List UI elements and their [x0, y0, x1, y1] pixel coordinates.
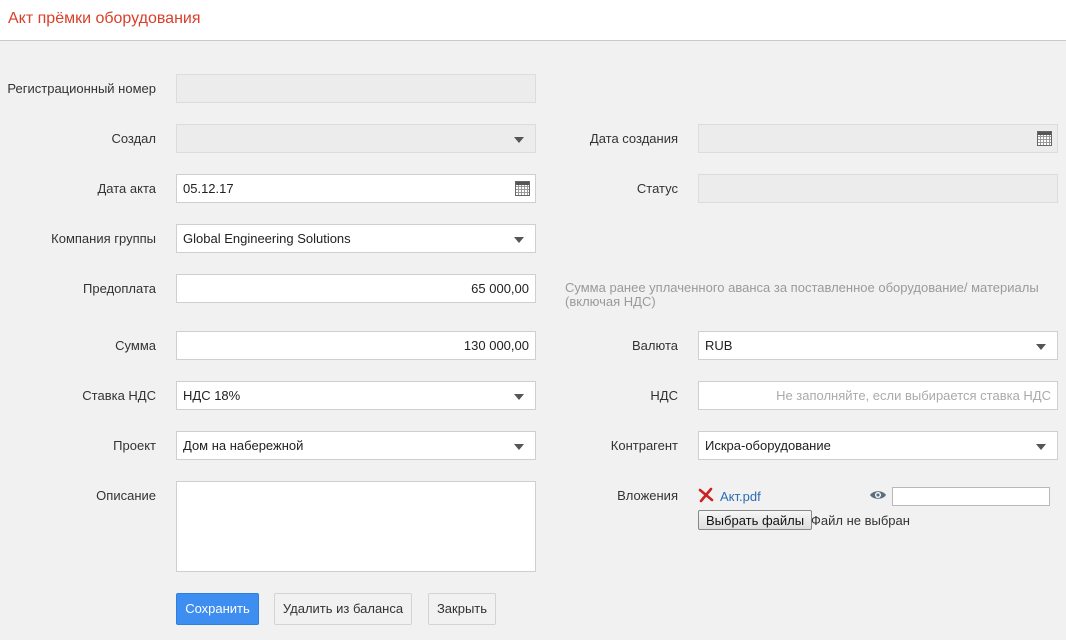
chevron-down-icon — [514, 137, 524, 143]
attachments-label: Вложения — [617, 488, 678, 503]
project-label: Проект — [113, 438, 156, 453]
act-date-label: Дата акта — [97, 181, 157, 196]
amount-label: Сумма — [115, 338, 156, 353]
page-header: Акт прёмки оборудования — [0, 0, 1066, 41]
vat-placeholder: Не заполняйте, если выбирается ставка НД… — [776, 388, 1051, 403]
chevron-down-icon — [514, 394, 524, 400]
company-select[interactable]: Global Engineering Solutions — [176, 224, 536, 253]
chevron-down-icon — [1036, 344, 1046, 350]
choose-files-button[interactable]: Выбрать файлы — [698, 510, 813, 530]
calendar-icon[interactable] — [515, 181, 530, 196]
attachment-link[interactable]: Акт.pdf — [720, 489, 761, 504]
save-button[interactable]: Сохранить — [176, 593, 259, 625]
close-button[interactable]: Закрыть — [428, 593, 496, 625]
prepayment-input[interactable]: 65 000,00 — [176, 274, 536, 303]
created-date-label: Дата создания — [589, 131, 678, 146]
vat-input[interactable]: Не заполняйте, если выбирается ставка НД… — [698, 381, 1058, 410]
counterparty-select[interactable]: Искра-оборудование — [698, 431, 1058, 460]
description-textarea[interactable] — [176, 481, 536, 572]
calendar-icon[interactable] — [1037, 131, 1052, 146]
vat-rate-select[interactable]: НДС 18% — [176, 381, 536, 410]
status-field[interactable] — [698, 174, 1058, 203]
vat-label: НДС — [650, 388, 678, 403]
created-by-label: Создал — [111, 131, 156, 146]
project-select[interactable]: Дом на набережной — [176, 431, 536, 460]
counterparty-label: Контрагент — [610, 438, 678, 453]
chevron-down-icon — [514, 237, 524, 243]
vat-rate-label: Ставка НДС — [82, 388, 156, 403]
attachment-name-input[interactable] — [892, 487, 1050, 506]
page-title: Акт прёмки оборудования — [8, 10, 201, 27]
prepayment-label: Предоплата — [83, 281, 156, 296]
prepayment-hint: Сумма ранее уплаченного аванса за постав… — [565, 280, 1039, 309]
created-by-select[interactable] — [176, 124, 536, 153]
currency-label: Валюта — [632, 338, 678, 353]
created-date-field[interactable] — [698, 124, 1058, 153]
company-label: Компания группы — [51, 231, 156, 246]
currency-select[interactable]: RUB — [698, 331, 1058, 360]
status-label: Статус — [636, 181, 678, 196]
remove-from-balance-button[interactable]: Удалить из баланса — [274, 593, 412, 625]
chevron-down-icon — [1036, 444, 1046, 450]
description-label: Описание — [96, 488, 156, 503]
chevron-down-icon — [514, 444, 524, 450]
reg-number-label: Регистрационный номер — [7, 81, 156, 96]
eye-icon[interactable] — [869, 489, 887, 501]
delete-attachment-icon[interactable] — [698, 487, 714, 503]
act-date-field[interactable]: 05.12.17 — [176, 174, 536, 203]
no-file-text: Файл не выбран — [811, 513, 910, 528]
reg-number-field[interactable] — [176, 74, 536, 103]
amount-input[interactable]: 130 000,00 — [176, 331, 536, 360]
